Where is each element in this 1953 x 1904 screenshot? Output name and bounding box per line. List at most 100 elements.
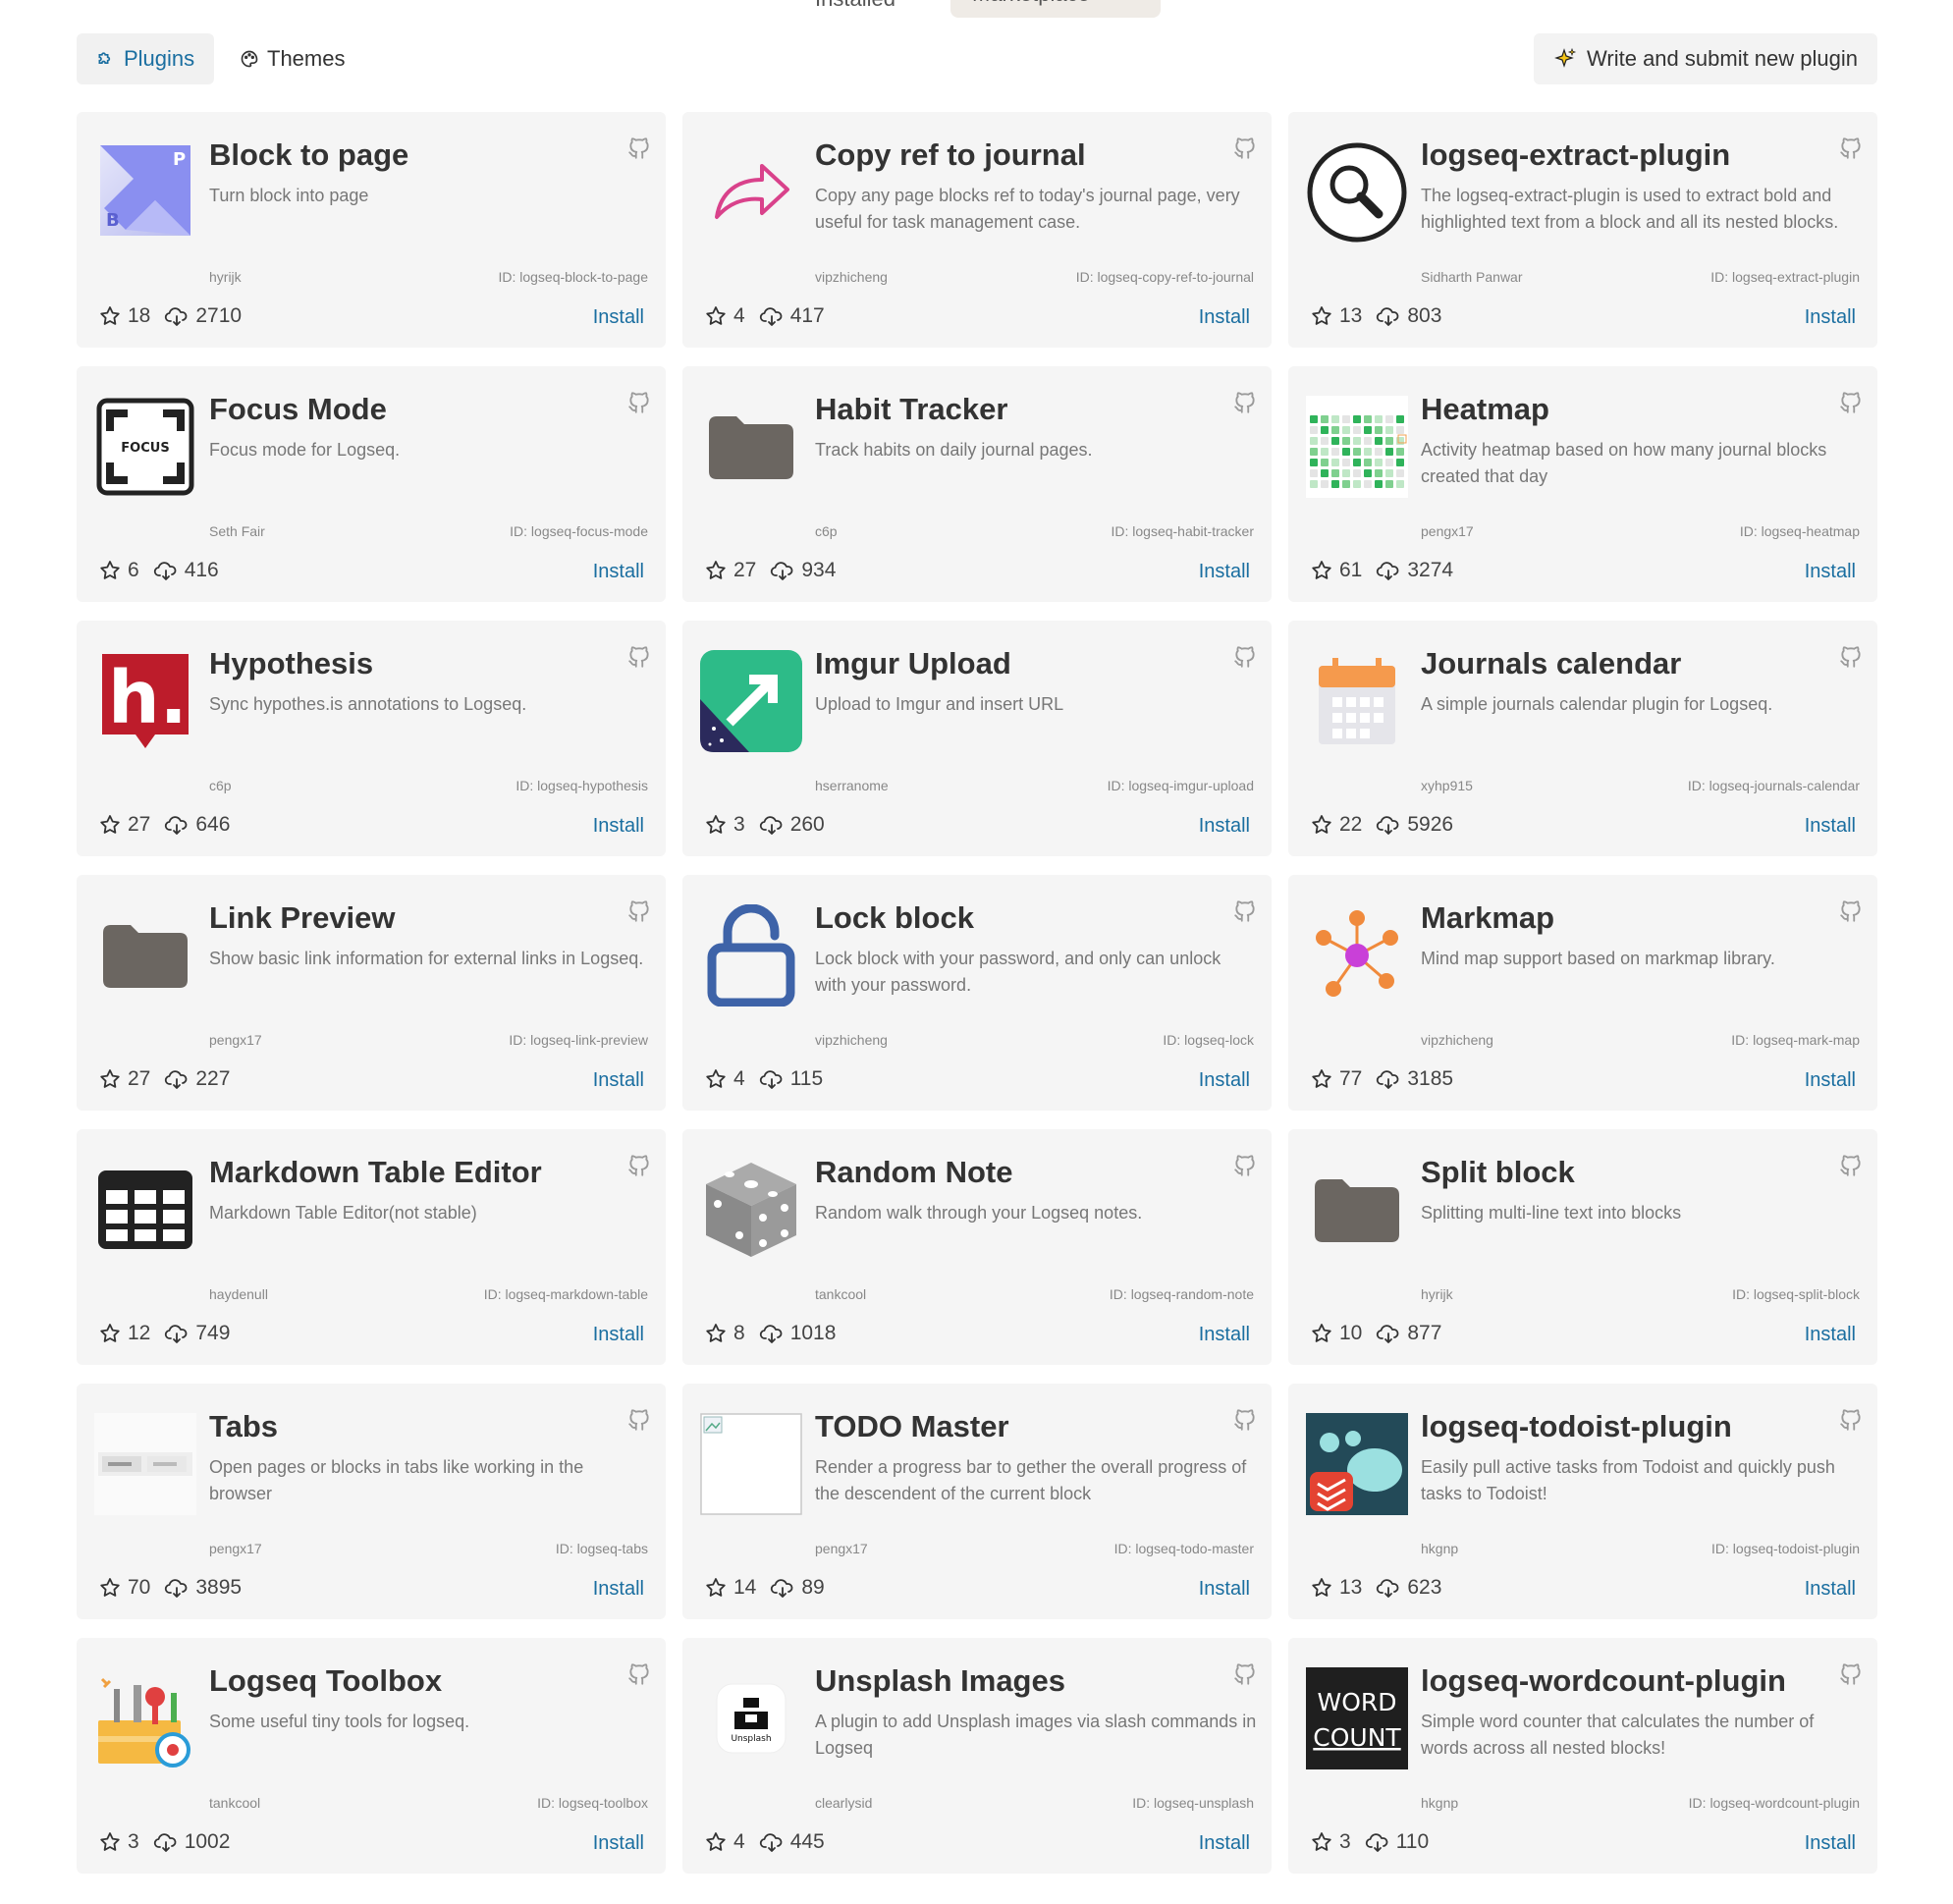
github-icon[interactable] (1838, 644, 1864, 670)
plugin-title: Heatmap (1421, 392, 1549, 426)
github-icon[interactable] (1838, 136, 1864, 161)
stars-count: 4 (733, 1830, 745, 1853)
tab-plugins-label: Plugins (124, 46, 195, 71)
downloads-count: 3895 (195, 1576, 243, 1599)
github-icon[interactable] (626, 136, 652, 161)
install-button[interactable]: Install (1199, 306, 1250, 329)
downloads-count: 260 (789, 813, 825, 836)
stars-stat: 4 (704, 1067, 745, 1091)
install-button[interactable]: Install (1199, 561, 1250, 583)
plugin-stats: 10 877 (1310, 1322, 1455, 1345)
install-button[interactable]: Install (593, 1324, 644, 1346)
plugin-description: Turn block into page (209, 186, 369, 205)
plugin-description: Open pages or blocks in tabs like workin… (209, 1457, 584, 1503)
plugin-stats: 8 1018 (704, 1322, 849, 1345)
install-button[interactable]: Install (1199, 1832, 1250, 1855)
download-icon (759, 1830, 785, 1854)
hypothesis-icon: h. (94, 650, 196, 752)
plugin-description: Easily pull active tasks from Todoist an… (1421, 1457, 1835, 1503)
install-button[interactable]: Install (593, 1578, 644, 1601)
github-icon[interactable] (626, 898, 652, 924)
table-icon (94, 1159, 196, 1261)
install-button[interactable]: Install (593, 561, 644, 583)
github-icon[interactable] (1232, 1407, 1258, 1433)
plugin-stats: 4 115 (704, 1067, 837, 1091)
top-tab-bar: Installed Marketplace (0, 0, 1953, 20)
plugin-stats: 27 227 (98, 1067, 244, 1091)
github-icon[interactable] (1232, 390, 1258, 415)
install-button[interactable]: Install (1805, 561, 1856, 583)
install-button[interactable]: Install (1199, 1578, 1250, 1601)
install-button[interactable]: Install (1199, 1069, 1250, 1092)
install-button[interactable]: Install (593, 1069, 644, 1092)
write-plugin-button[interactable]: Write and submit new plugin (1534, 33, 1877, 84)
plugin-author: tankcool (815, 1286, 867, 1302)
tab-marketplace[interactable]: Marketplace (950, 0, 1161, 18)
plugin-title: Unsplash Images (815, 1663, 1065, 1698)
plugin-author: Sidharth Panwar (1421, 269, 1523, 285)
install-button[interactable]: Install (1199, 1324, 1250, 1346)
install-button[interactable]: Install (593, 1832, 644, 1855)
github-icon[interactable] (1232, 136, 1258, 161)
github-icon[interactable] (626, 1407, 652, 1433)
stars-count: 6 (128, 559, 139, 581)
plugin-description: Upload to Imgur and insert URL (815, 694, 1064, 714)
install-button[interactable]: Install (593, 306, 644, 329)
todoist-icon (1306, 1413, 1408, 1515)
plugin-card: logseq-todoist-plugin Easily pull active … (1288, 1384, 1877, 1619)
install-button[interactable]: Install (1805, 815, 1856, 838)
install-button[interactable]: Install (1805, 1069, 1856, 1092)
downloads-stat: 5926 (1376, 813, 1453, 837)
plugin-card: P B Block to page Turn block into page hyrij… (77, 112, 666, 348)
github-icon[interactable] (1838, 1153, 1864, 1178)
plugin-description: Markdown Table Editor(not stable) (209, 1203, 477, 1223)
plugin-description: Simple word counter that calculates the … (1421, 1712, 1815, 1758)
unlock-icon (700, 904, 802, 1006)
downloads-stat: 877 (1376, 1322, 1441, 1345)
plugin-card: WORD COUNT logseq-wordcount-plugin Simple w… (1288, 1638, 1877, 1874)
github-icon[interactable] (626, 644, 652, 670)
stars-count: 8 (733, 1322, 745, 1344)
tab-themes[interactable]: Themes (220, 33, 364, 84)
install-button[interactable]: Install (1805, 1324, 1856, 1346)
stars-count: 27 (128, 813, 151, 836)
install-button[interactable]: Install (593, 815, 644, 838)
star-icon (1310, 1576, 1333, 1600)
plugin-card: Split block Splitting multi-line text int… (1288, 1129, 1877, 1365)
github-icon[interactable] (1232, 644, 1258, 670)
github-icon[interactable] (1232, 898, 1258, 924)
svg-text:P: P (173, 149, 186, 170)
stars-stat: 3 (1310, 1830, 1351, 1854)
download-icon (759, 1067, 785, 1091)
tab-plugins[interactable]: Plugins (77, 33, 215, 84)
plugin-card: Heatmap Activity heatmap based on how man… (1288, 366, 1877, 602)
github-icon[interactable] (1232, 1153, 1258, 1178)
install-button[interactable]: Install (1805, 1578, 1856, 1601)
github-icon[interactable] (1232, 1661, 1258, 1687)
github-icon[interactable] (1838, 1407, 1864, 1433)
github-icon[interactable] (1838, 1661, 1864, 1687)
downloads-count: 2710 (195, 304, 243, 327)
plugin-id: ID: logseq-block-to-page (498, 269, 648, 285)
download-icon (164, 1067, 190, 1091)
download-icon (1376, 1576, 1401, 1600)
plugin-stats: 14 89 (704, 1576, 839, 1600)
downloads-stat: 416 (153, 559, 219, 582)
github-icon[interactable] (626, 390, 652, 415)
plugin-stats: 77 3185 (1310, 1067, 1467, 1091)
stars-stat: 12 (98, 1322, 150, 1345)
plugin-id: ID: logseq-hypothesis (515, 778, 648, 793)
plugin-description: A plugin to add Unsplash images via slas… (815, 1712, 1257, 1758)
github-icon[interactable] (1838, 898, 1864, 924)
github-icon[interactable] (1838, 390, 1864, 415)
github-icon[interactable] (626, 1153, 652, 1178)
plugin-card: logseq-extract-plugin The logseq-extract-… (1288, 112, 1877, 348)
plugin-description: Splitting multi-line text into blocks (1421, 1203, 1682, 1223)
downloads-stat: 3895 (164, 1576, 242, 1600)
star-icon (1310, 813, 1333, 837)
github-icon[interactable] (626, 1661, 652, 1687)
install-button[interactable]: Install (1805, 306, 1856, 329)
install-button[interactable]: Install (1805, 1832, 1856, 1855)
tab-installed[interactable]: Installed (815, 0, 895, 12)
install-button[interactable]: Install (1199, 815, 1250, 838)
